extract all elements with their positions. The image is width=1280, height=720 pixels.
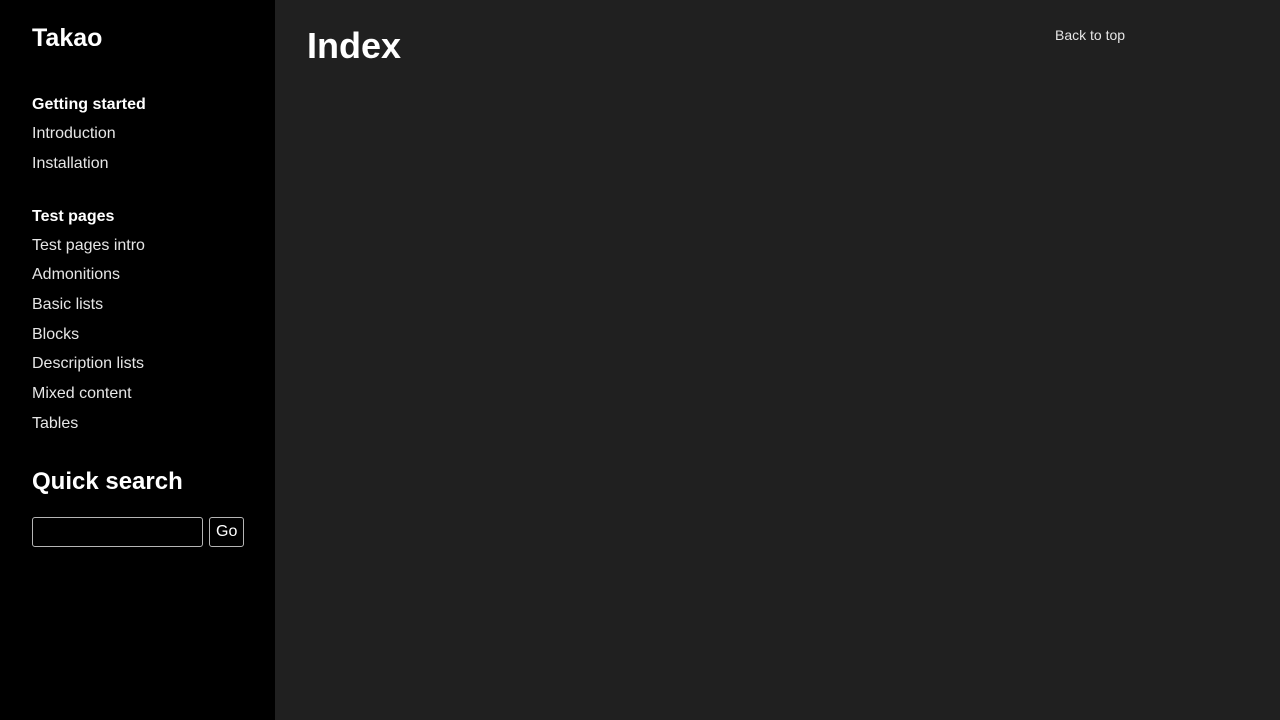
sidebar-link-installation[interactable]: Installation [32,155,109,172]
sidebar-item-test-pages-intro: Test pages intro [32,236,275,256]
sidebar-link-description-lists[interactable]: Description lists [32,355,144,372]
sidebar-link-tables[interactable]: Tables [32,415,78,432]
nav-list-test-pages: Test pages intro Admonitions Basic lists… [32,236,275,434]
nav-section-getting-started: Getting started Introduction Installatio… [32,95,275,174]
sidebar-link-mixed-content[interactable]: Mixed content [32,385,132,402]
sidebar-link-admonitions[interactable]: Admonitions [32,266,120,283]
nav-list-getting-started: Introduction Installation [32,124,275,174]
sidebar-item-tables: Tables [32,414,275,434]
main-content: Index Back to top [275,0,1280,720]
back-to-top-link[interactable]: Back to top [1055,27,1125,43]
page-title: Index [307,25,402,66]
nav-heading-test-pages: Test pages [32,207,115,225]
sidebar-item-introduction: Introduction [32,124,275,144]
search-input[interactable] [32,516,203,547]
sidebar-link-blocks[interactable]: Blocks [32,326,79,343]
sidebar-item-basic-lists: Basic lists [32,295,275,315]
sidebar-item-admonitions: Admonitions [32,265,275,285]
nav-heading-getting-started: Getting started [32,96,146,113]
sidebar-link-test-pages-intro[interactable]: Test pages intro [32,237,145,254]
quick-search-title: Quick search [32,467,183,495]
sidebar-item-blocks: Blocks [32,325,275,345]
sidebar: Takao Getting started Introduction Insta… [0,0,275,720]
brand-link[interactable]: Takao [32,22,102,54]
quick-search: Quick search Go [32,467,275,547]
sidebar-item-description-lists: Description lists [32,354,275,374]
go-button[interactable]: Go [209,516,245,547]
page-layout: Takao Getting started Introduction Insta… [0,0,1280,720]
sidebar-link-basic-lists[interactable]: Basic lists [32,296,103,313]
nav-section-test-pages: Test pages Test pages intro Admonitions … [32,207,275,434]
search-form: Go [32,516,275,547]
sidebar-item-mixed-content: Mixed content [32,384,275,404]
sidebar-item-installation: Installation [32,154,275,174]
sidebar-link-introduction[interactable]: Introduction [32,125,116,142]
